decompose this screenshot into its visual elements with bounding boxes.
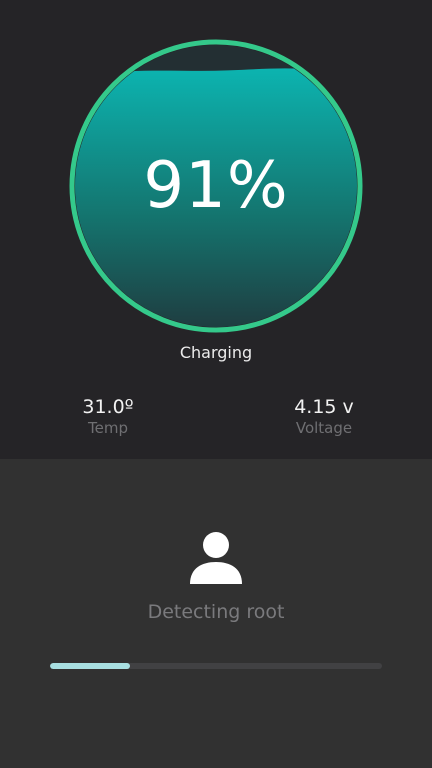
battery-panel: 91% Charging 31.0º Temp 4.15 v Voltage	[0, 0, 432, 459]
charging-status: Charging	[179, 343, 253, 362]
user-icon	[188, 530, 244, 586]
voltage-value: 4.15 v	[294, 396, 354, 418]
battery-percent: 91%	[143, 149, 289, 223]
root-progress-fill	[50, 663, 130, 669]
temp-value: 31.0º	[82, 396, 134, 418]
root-check-label: Detecting root	[147, 601, 285, 623]
root-progress-bar	[50, 663, 382, 669]
temp-stat: 31.0º Temp	[48, 395, 168, 437]
battery-screen: 91% Charging 31.0º Temp 4.15 v Voltage D…	[0, 0, 432, 768]
voltage-label: Voltage	[295, 419, 353, 437]
temp-label: Temp	[88, 419, 128, 437]
voltage-stat: 4.15 v Voltage	[264, 395, 384, 437]
